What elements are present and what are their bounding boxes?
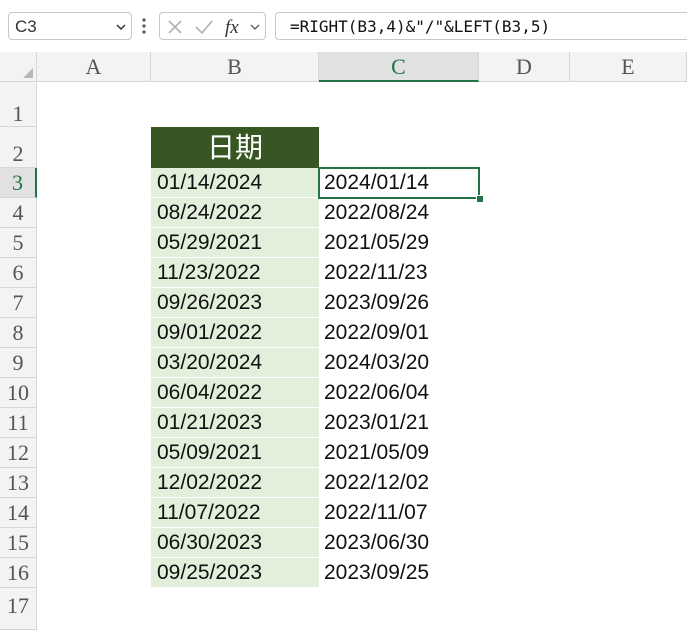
name-box[interactable]: C3 (8, 12, 132, 40)
cell-b[interactable]: 09/01/2022 (151, 318, 319, 348)
row-header[interactable]: 17 (0, 588, 37, 630)
cell-c[interactable]: 2022/09/01 (319, 318, 479, 348)
formula-text: =RIGHT(B3,4)&"/"&LEFT(B3,5) (290, 17, 551, 36)
more-options-icon[interactable] (141, 15, 147, 37)
formula-actions: fx (159, 12, 266, 40)
row-header[interactable]: 2 (0, 127, 37, 168)
active-cell-border (318, 167, 480, 199)
chevron-down-icon[interactable] (249, 21, 261, 33)
cell-c[interactable]: 2023/01/21 (319, 408, 479, 438)
fill-handle[interactable] (476, 195, 484, 203)
column-header-b[interactable]: B (151, 52, 319, 82)
cell-b[interactable]: 03/20/2024 (151, 348, 319, 378)
name-box-value: C3 (15, 17, 37, 36)
cell-c[interactable]: 2022/12/02 (319, 468, 479, 498)
cell-b[interactable]: 01/14/2024 (151, 168, 319, 198)
formula-input[interactable]: =RIGHT(B3,4)&"/"&LEFT(B3,5) (275, 12, 687, 40)
cell-c[interactable]: 2023/09/26 (319, 288, 479, 318)
row-header[interactable]: 9 (0, 348, 37, 378)
row-header[interactable]: 6 (0, 258, 37, 288)
row-header[interactable]: 8 (0, 318, 37, 348)
row-header[interactable]: 5 (0, 228, 37, 258)
row-header[interactable]: 11 (0, 408, 37, 438)
row-header[interactable]: 7 (0, 288, 37, 318)
fx-icon[interactable]: fx (224, 16, 246, 38)
check-icon[interactable] (194, 18, 214, 36)
cell-c[interactable]: 2023/09/25 (319, 558, 479, 588)
cell-b[interactable]: 06/04/2022 (151, 378, 319, 408)
cell-b[interactable]: 05/29/2021 (151, 228, 319, 258)
row-header[interactable]: 14 (0, 498, 37, 528)
cell-c[interactable]: 2022/11/07 (319, 498, 479, 528)
column-header-e[interactable]: E (570, 52, 687, 82)
select-all-corner[interactable] (0, 52, 37, 82)
cell-c[interactable]: 2024/03/20 (319, 348, 479, 378)
cell-b[interactable]: 11/07/2022 (151, 498, 319, 528)
cell-b[interactable]: 12/02/2022 (151, 468, 319, 498)
chevron-down-icon[interactable] (115, 21, 127, 33)
cell-b[interactable]: 08/24/2022 (151, 198, 319, 228)
row-header[interactable]: 12 (0, 438, 37, 468)
cell-b[interactable]: 01/21/2023 (151, 408, 319, 438)
cell-c[interactable]: 2021/05/29 (319, 228, 479, 258)
row-header[interactable]: 10 (0, 378, 37, 408)
row-header-selected[interactable]: 3 (0, 168, 37, 198)
column-header-d[interactable]: D (479, 52, 570, 82)
row-header[interactable]: 1 (0, 82, 37, 127)
cell-b[interactable]: 06/30/2023 (151, 528, 319, 558)
cell-b[interactable]: 09/26/2023 (151, 288, 319, 318)
row-header[interactable]: 4 (0, 198, 37, 228)
svg-text:fx: fx (225, 17, 239, 38)
row-header[interactable]: 13 (0, 468, 37, 498)
cell-b[interactable]: 05/09/2021 (151, 438, 319, 468)
cell-c[interactable]: 2022/08/24 (319, 198, 479, 228)
cell-b[interactable]: 11/23/2022 (151, 258, 319, 288)
date-header-cell[interactable]: 日期 (151, 127, 319, 168)
row-header[interactable]: 15 (0, 528, 37, 558)
column-header-c[interactable]: C (319, 52, 479, 82)
cell-c[interactable]: 2022/06/04 (319, 378, 479, 408)
column-header-a[interactable]: A (37, 52, 151, 82)
cell-c[interactable]: 2021/05/09 (319, 438, 479, 468)
cell-b[interactable]: 09/25/2023 (151, 558, 319, 588)
row-header[interactable]: 16 (0, 558, 37, 588)
x-icon[interactable] (166, 18, 184, 36)
select-all-icon (23, 68, 33, 78)
formula-bar: C3 fx =RIGHT(B3,4)&"/"&LEFT(B3,5) (0, 0, 687, 52)
cell-c[interactable]: 2022/11/23 (319, 258, 479, 288)
cell-c[interactable]: 2023/06/30 (319, 528, 479, 558)
